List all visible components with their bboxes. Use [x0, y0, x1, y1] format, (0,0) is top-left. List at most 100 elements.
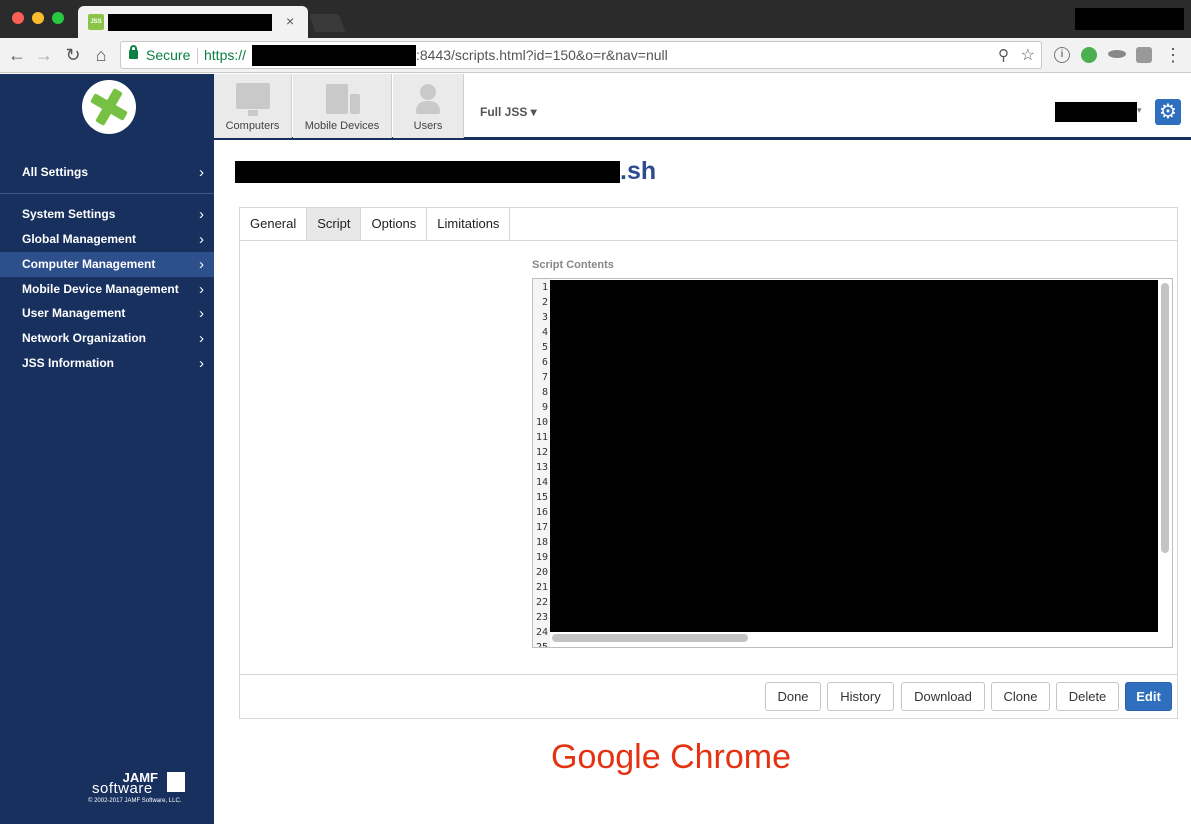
profile-redacted [1075, 8, 1184, 30]
window-maximize-icon[interactable] [52, 12, 64, 24]
settings-gear-icon[interactable]: ⚙ [1155, 99, 1181, 125]
caret-down-icon[interactable]: ▾ [1137, 105, 1142, 116]
line-number: 21 [535, 582, 548, 593]
browser-menu-icon[interactable]: ⋮ [1164, 44, 1182, 66]
tab-bar: General Script Options Limitations [240, 208, 1177, 241]
lock-icon [129, 45, 138, 59]
sidebar-item-label: User Management [22, 306, 126, 320]
category-tab-computers[interactable]: Computers [214, 74, 292, 138]
sidebar-item-mobile-device-management[interactable]: Mobile Device Management › [0, 277, 214, 302]
chevron-right-icon: › [199, 206, 204, 223]
secure-label: Secure [146, 47, 191, 63]
caption-text: Google Chrome [551, 738, 792, 776]
script-code-redacted[interactable] [550, 280, 1158, 632]
jss-favicon-icon: JSS [88, 14, 104, 30]
line-number: 17 [535, 522, 548, 533]
app-header: Computers Mobile Devices Users Full JSS … [214, 74, 1191, 140]
browser-titlebar: JSS × [0, 0, 1191, 38]
user-menu-redacted[interactable] [1055, 102, 1137, 122]
sidebar-item-system-settings[interactable]: System Settings › [0, 202, 214, 227]
home-icon[interactable]: ⌂ [90, 44, 112, 66]
line-number: 15 [535, 492, 548, 503]
window-minimize-icon[interactable] [32, 12, 44, 24]
sidebar-item-computer-management[interactable]: Computer Management › [0, 252, 214, 277]
user-icon [416, 84, 440, 114]
tab-limitations[interactable]: Limitations [427, 208, 511, 240]
script-editor[interactable]: 1234567891011121314151617181920212223242… [532, 278, 1173, 648]
tab-close-icon[interactable]: × [286, 12, 294, 30]
sidebar-item-network-organization[interactable]: Network Organization › [0, 326, 214, 351]
sidebar-item-jss-information[interactable]: JSS Information › [0, 351, 214, 376]
download-button[interactable]: Download [901, 682, 985, 711]
line-number: 7 [541, 372, 548, 383]
tab-script[interactable]: Script [307, 208, 362, 240]
category-tab-label: Users [413, 120, 443, 132]
category-tab-label: Mobile Devices [304, 120, 380, 132]
line-number: 8 [541, 387, 548, 398]
new-tab-button[interactable] [308, 14, 346, 32]
window-close-icon[interactable] [12, 12, 24, 24]
tab-options[interactable]: Options [361, 208, 428, 240]
history-button[interactable]: History [827, 682, 894, 711]
address-divider [197, 48, 198, 64]
clone-button[interactable]: Clone [991, 682, 1050, 711]
sidebar-item-label: All Settings [22, 165, 89, 179]
page-title: .sh [620, 157, 657, 185]
info-extension-icon[interactable]: i [1054, 47, 1070, 63]
line-number: 6 [541, 357, 548, 368]
sidebar-item-user-management[interactable]: User Management › [0, 301, 214, 326]
page-title-redacted [235, 161, 620, 183]
edit-button[interactable]: Edit [1125, 682, 1172, 711]
sidebar-item-label: System Settings [22, 207, 116, 221]
sidebar-item-global-management[interactable]: Global Management › [0, 227, 214, 252]
back-icon[interactable]: ← [6, 44, 28, 66]
line-number-gutter: 1234567891011121314151617181920212223242… [533, 279, 550, 647]
tab-title-redacted [108, 14, 272, 31]
vertical-scrollbar[interactable] [1161, 283, 1169, 553]
reload-icon[interactable]: ↻ [62, 44, 84, 66]
line-number: 11 [535, 432, 548, 443]
mobile-devices-icon [326, 84, 360, 114]
line-number: 2 [541, 297, 548, 308]
sidebar-item-label: Computer Management [22, 257, 156, 271]
sidebar-item-label: Network Organization [22, 331, 147, 345]
line-number: 23 [535, 612, 548, 623]
line-number: 16 [535, 507, 548, 518]
sidebar-item-label: Mobile Device Management [22, 282, 179, 296]
line-number: 14 [535, 477, 548, 488]
url-host-redacted [252, 45, 416, 66]
tab-general[interactable]: General [240, 208, 308, 240]
delete-button[interactable]: Delete [1056, 682, 1119, 711]
line-number: 13 [535, 462, 548, 473]
forward-icon[interactable]: → [33, 44, 55, 66]
line-number: 22 [535, 597, 548, 608]
category-tab-mobile-devices[interactable]: Mobile Devices [293, 74, 392, 138]
jamf-mark-icon [167, 772, 185, 792]
eye-extension-icon[interactable] [1108, 50, 1126, 58]
category-tab-users[interactable]: Users [393, 74, 464, 138]
done-button[interactable]: Done [765, 682, 821, 711]
line-number: 1 [541, 282, 548, 293]
chevron-right-icon: › [199, 355, 204, 372]
line-number: 3 [541, 312, 548, 323]
zoom-icon[interactable]: ⚲ [998, 46, 1009, 64]
sidebar-item-label: JSS Information [22, 356, 115, 370]
sidebar-item-all-settings[interactable]: All Settings › [0, 160, 214, 185]
bookmark-star-icon[interactable]: ☆ [1021, 45, 1035, 65]
line-number: 18 [535, 537, 548, 548]
browser-tab[interactable]: JSS × [78, 6, 308, 38]
url-scheme: https:// [204, 47, 247, 63]
address-bar[interactable]: Secure https:// :8443/scripts.html?id=15… [120, 41, 1042, 69]
software-wordmark: software [92, 780, 153, 797]
horizontal-scrollbar[interactable] [552, 634, 748, 642]
jss-site-selector[interactable]: Full JSS ▾ [480, 105, 537, 119]
green-extension-icon[interactable] [1081, 47, 1097, 63]
script-contents-label: Script Contents [532, 259, 614, 271]
box-extension-icon[interactable] [1136, 47, 1152, 63]
chevron-right-icon: › [199, 330, 204, 347]
chevron-right-icon: › [199, 256, 204, 273]
jss-logo-icon[interactable] [82, 80, 136, 134]
line-number: 4 [541, 327, 548, 338]
computer-monitor-icon [236, 83, 270, 116]
chevron-right-icon: › [199, 164, 204, 181]
